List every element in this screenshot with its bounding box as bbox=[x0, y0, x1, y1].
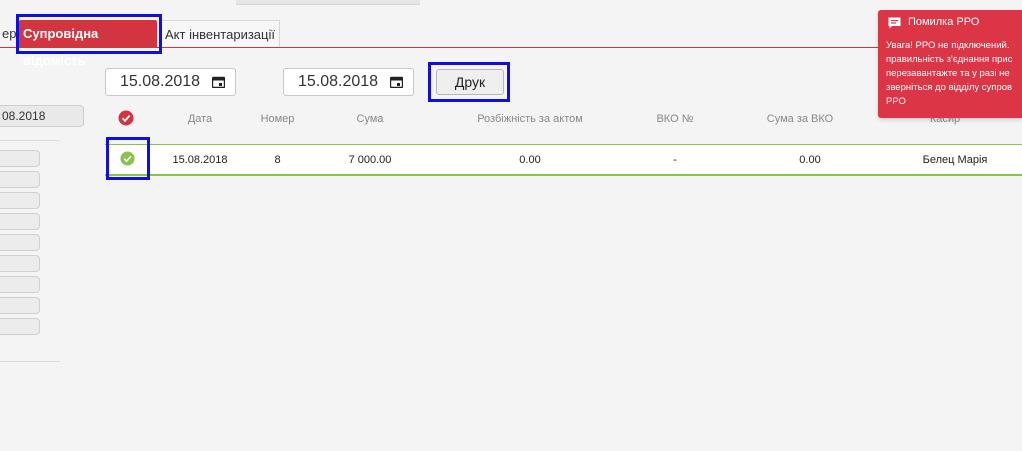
cell-vko-number: - bbox=[673, 154, 677, 166]
tab-inventory-act[interactable]: Акт інвентаризації bbox=[160, 20, 280, 47]
left-field-3[interactable] bbox=[0, 192, 40, 209]
column-header-sum: Сума bbox=[356, 113, 384, 125]
date-to-value: 15.08.2018 bbox=[298, 73, 379, 90]
error-toast[interactable]: Помилка РРО Увага! РРО не підключений. п… bbox=[878, 10, 1022, 118]
cell-discrepancy: 0.00 bbox=[519, 154, 541, 166]
date-from-input[interactable]: 15.08.2018 bbox=[105, 68, 236, 96]
cell-date: 15.08.2018 bbox=[172, 154, 228, 166]
cell-cashier: Белец Марія bbox=[922, 154, 988, 166]
tab-underline bbox=[0, 47, 880, 48]
column-header-number: Номер bbox=[260, 113, 295, 125]
cell-vko-sum: 0.00 bbox=[799, 154, 821, 166]
top-strip bbox=[236, 0, 420, 5]
date-to-input[interactable]: 15.08.2018 bbox=[283, 68, 414, 96]
left-field-5[interactable] bbox=[0, 234, 40, 251]
date-from-value: 15.08.2018 bbox=[120, 73, 201, 90]
column-header-discrepancy: Розбіжність за актом bbox=[477, 113, 583, 125]
table-row[interactable]: 15.08.2018 8 7 000.00 0.00 - 0.00 Белец … bbox=[105, 144, 1022, 176]
left-divider-top bbox=[0, 140, 60, 141]
print-button[interactable]: Друк bbox=[436, 69, 504, 95]
row-check-icon[interactable] bbox=[120, 151, 135, 166]
message-icon bbox=[888, 17, 901, 29]
toast-message: Увага! РРО не підключений. правильність … bbox=[886, 40, 1013, 107]
toast-title: Помилка РРО bbox=[908, 16, 980, 28]
tab-accompanying-statement[interactable]: Супровідна відомість bbox=[19, 20, 157, 68]
left-divider-bottom bbox=[0, 361, 60, 362]
cell-sum: 7 000.00 bbox=[348, 154, 392, 166]
calendar-icon[interactable] bbox=[390, 76, 403, 88]
column-header-vko-sum: Сума за ВКО bbox=[766, 113, 834, 125]
left-field-1[interactable] bbox=[0, 150, 40, 167]
left-field-4[interactable] bbox=[0, 213, 40, 230]
left-field-9[interactable] bbox=[0, 318, 40, 335]
calendar-icon[interactable] bbox=[212, 76, 225, 88]
tab-previous[interactable]: ер bbox=[0, 20, 18, 47]
cell-number: 8 bbox=[274, 154, 281, 166]
left-field-2[interactable] bbox=[0, 171, 40, 188]
left-field-6[interactable] bbox=[0, 255, 40, 272]
column-header-date: Дата bbox=[187, 113, 213, 125]
column-header-vko-number: ВКО № bbox=[656, 113, 694, 125]
left-field-8[interactable] bbox=[0, 297, 40, 314]
left-field-7[interactable] bbox=[0, 276, 40, 293]
left-date-field[interactable]: 08.2018 bbox=[0, 105, 84, 127]
